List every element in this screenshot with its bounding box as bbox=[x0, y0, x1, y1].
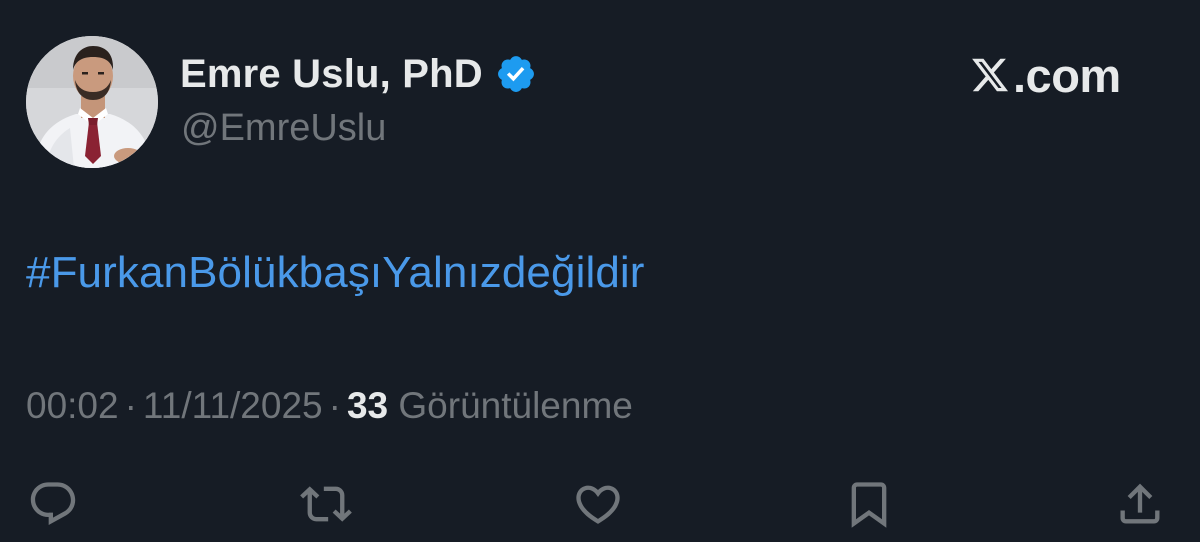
display-name[interactable]: Emre Uslu, PhD bbox=[180, 52, 483, 97]
bookmark-icon bbox=[851, 482, 887, 528]
like-button[interactable] bbox=[570, 476, 626, 532]
share-button[interactable] bbox=[1112, 476, 1168, 532]
meta-separator: · bbox=[124, 385, 137, 426]
retweet-button[interactable] bbox=[298, 476, 354, 532]
tweet-date[interactable]: 11/11/2025 bbox=[143, 385, 323, 426]
share-icon bbox=[1120, 483, 1160, 524]
avatar-photo-icon bbox=[26, 36, 158, 168]
brand-domain-suffix: .com bbox=[1013, 48, 1121, 102]
author-handle[interactable]: @EmreUslu bbox=[181, 107, 386, 150]
author-avatar[interactable] bbox=[26, 36, 158, 168]
tweet-card: Emre Uslu, PhD @EmreUslu .com #FurkanBöl… bbox=[0, 0, 1200, 542]
views-label: Görüntülenme bbox=[398, 385, 633, 426]
heart-icon bbox=[576, 485, 620, 524]
retweet-icon bbox=[300, 486, 352, 522]
tweet-time[interactable]: 00:02 bbox=[26, 385, 119, 426]
views-count: 33 bbox=[346, 385, 389, 426]
bookmark-button[interactable] bbox=[841, 476, 897, 532]
tweet-hashtag-link[interactable]: #FurkanBölükbaşıYalnızdeğildir bbox=[26, 248, 645, 298]
verified-badge-icon bbox=[497, 56, 534, 92]
x-logo-icon bbox=[972, 58, 1009, 92]
x-brand: .com bbox=[968, 48, 1121, 102]
reply-icon bbox=[30, 482, 76, 526]
reply-button[interactable] bbox=[25, 476, 81, 532]
author-name-row: Emre Uslu, PhD bbox=[180, 49, 537, 99]
tweet-meta: 00:02 · 11/11/2025 · 33 Görüntülenme bbox=[26, 385, 633, 427]
meta-separator: · bbox=[328, 385, 341, 426]
